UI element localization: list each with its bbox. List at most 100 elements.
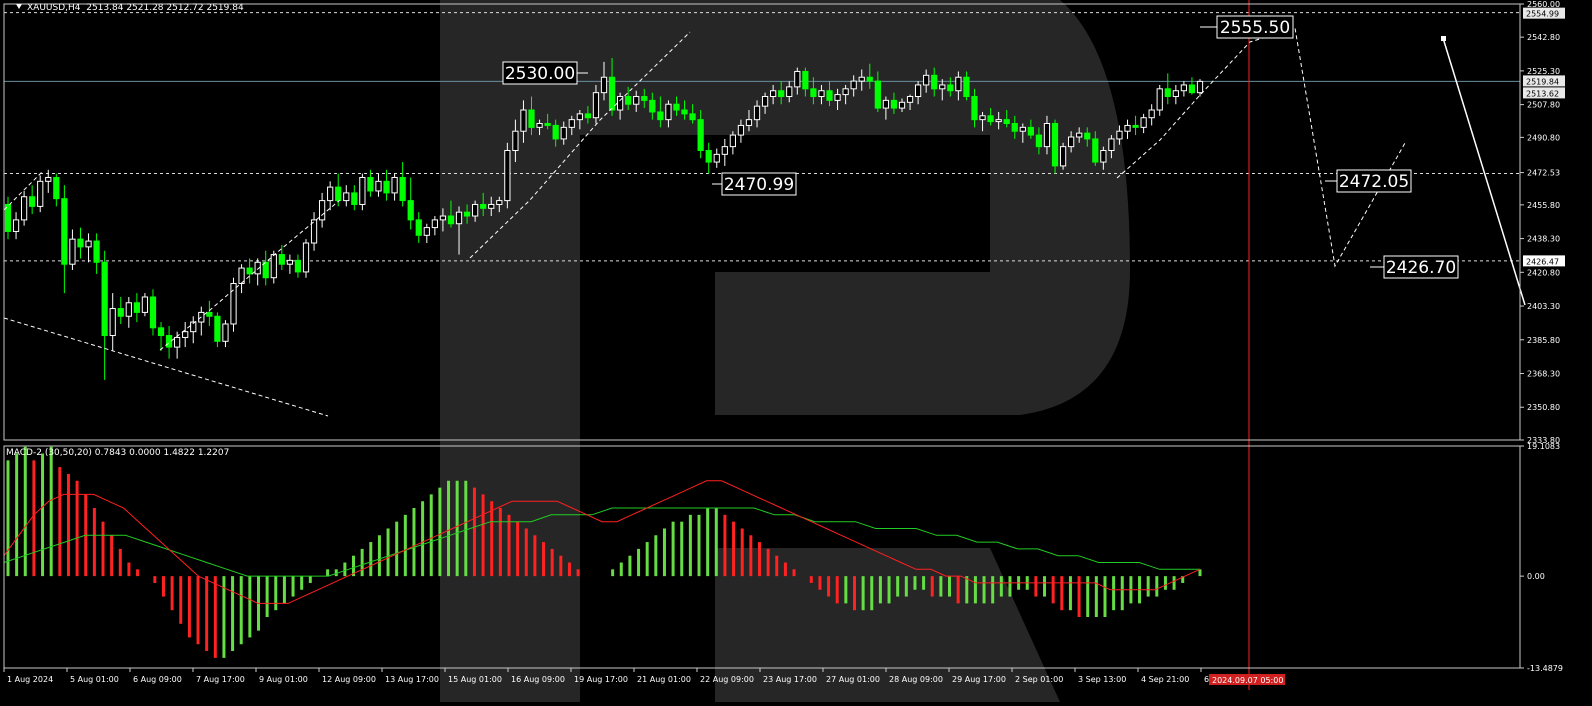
menu-triangle-icon[interactable] — [16, 4, 22, 9]
candle-body — [850, 80, 857, 90]
candle-body — [1076, 132, 1083, 138]
candle-body — [971, 96, 978, 121]
level-value-label: 2426.70 — [1386, 258, 1456, 278]
candle-body — [351, 192, 358, 205]
xauusd-h4-chart: 2560.00 2542.80 2525.30 2507.80 2490.80 2472.… — [3, 0, 1565, 702]
candle-body — [1172, 90, 1179, 98]
price-tick-label: 2420.80 — [1527, 268, 1560, 277]
candle-body — [399, 176, 406, 202]
candle-body — [520, 109, 527, 132]
candle-body — [649, 99, 656, 113]
price-tick-label: 2455.80 — [1527, 201, 1560, 210]
candle-body — [85, 240, 92, 248]
macd-slow-line — [3, 507, 1200, 577]
candle-body — [1019, 126, 1026, 132]
candle-body — [1164, 88, 1171, 98]
candle-body — [882, 99, 890, 109]
candle-body — [480, 203, 487, 209]
candle-body — [93, 240, 100, 263]
candle-body — [1011, 123, 1018, 132]
candle-body — [157, 327, 165, 337]
candle-body — [439, 215, 447, 221]
candle-body — [923, 74, 930, 86]
candle-body — [69, 238, 76, 265]
macd-tick-label: 0.00 — [1527, 572, 1545, 581]
candle-body — [1035, 134, 1043, 148]
projection-marker — [1441, 36, 1446, 41]
candle-body — [174, 336, 181, 348]
candle-body — [359, 176, 366, 205]
candle-body — [536, 123, 543, 128]
candle-body — [1188, 84, 1196, 94]
candle-body — [1092, 138, 1099, 163]
price-tick-label: 2350.80 — [1527, 403, 1560, 412]
candle-body — [657, 111, 664, 121]
candle-body — [141, 296, 149, 313]
time-label: 28 Aug 09:00 — [889, 675, 943, 684]
candle-body — [592, 92, 600, 119]
candle-body — [890, 99, 898, 109]
price-tick-label: 2472.53 — [1527, 169, 1560, 178]
price-highlight-label: 2513.62 — [1526, 89, 1559, 98]
candle-body — [29, 196, 36, 207]
price-highlight-label: 2426.47 — [1526, 257, 1559, 266]
candle-body — [745, 119, 753, 126]
candle-body — [1068, 136, 1075, 148]
time-label: 1 Aug 2024 — [7, 675, 53, 684]
candle-body — [61, 198, 68, 265]
time-label: 6 Aug 09:00 — [133, 675, 182, 684]
candle-body — [294, 259, 302, 273]
candle-body — [262, 261, 269, 279]
candle-body — [697, 119, 704, 151]
time-label: 29 Aug 17:00 — [952, 675, 1006, 684]
candle-body — [327, 186, 334, 202]
time-label: 21 Aug 01:00 — [637, 675, 691, 684]
candle-body — [472, 203, 479, 217]
candle-body — [302, 242, 310, 273]
price-tick-label: 2525.30 — [1527, 67, 1560, 76]
candle-body — [995, 119, 1002, 123]
candle-body — [182, 331, 189, 338]
candle-body — [455, 211, 463, 225]
candle-body — [20, 196, 28, 221]
price-tick-label: 2560.00 — [1527, 0, 1560, 9]
candle-body — [53, 176, 60, 200]
candle-body — [1116, 130, 1123, 140]
candle-body — [681, 109, 688, 115]
candle-body — [101, 261, 108, 337]
price-tick-label: 2403.30 — [1527, 302, 1560, 311]
time-label: 12 Aug 09:00 — [322, 675, 376, 684]
candle-body — [206, 311, 213, 317]
candle-body — [931, 74, 938, 90]
candle-body — [906, 96, 914, 103]
symbol-label: XAUUSD,H4 — [27, 3, 81, 13]
candle-body — [729, 134, 736, 148]
time-label: 22 Aug 09:00 — [700, 675, 754, 684]
candle-body — [447, 215, 455, 225]
candle-body — [1027, 126, 1034, 136]
candle-body — [947, 84, 954, 92]
candle-body — [898, 101, 906, 109]
candle-body — [318, 200, 326, 221]
price-tick-label: 2385.80 — [1527, 336, 1560, 345]
candle-body — [1132, 124, 1139, 128]
candle-body — [939, 84, 946, 90]
candle-body — [753, 105, 761, 121]
candle-body — [1124, 124, 1131, 132]
candle-body — [866, 76, 873, 82]
candle-body — [1148, 109, 1155, 119]
ohlc-header: XAUUSD,H4 2513.84 2521.28 2512.72 2519.8… — [16, 3, 244, 13]
candle-body — [560, 126, 567, 140]
candle-body — [1108, 138, 1115, 151]
candle-body — [431, 219, 438, 229]
time-label: 13 Aug 17:00 — [385, 675, 439, 684]
candle-body — [230, 282, 237, 325]
time-label: 3 Sep 13:00 — [1078, 675, 1126, 684]
candle-body — [721, 146, 728, 155]
candle-body — [979, 115, 986, 121]
candle-body — [504, 149, 511, 202]
candle-body — [488, 203, 495, 209]
time-label: 5 Aug 01:00 — [70, 675, 119, 684]
candle-body — [367, 176, 374, 192]
level-value-label: 2472.05 — [1339, 172, 1409, 192]
